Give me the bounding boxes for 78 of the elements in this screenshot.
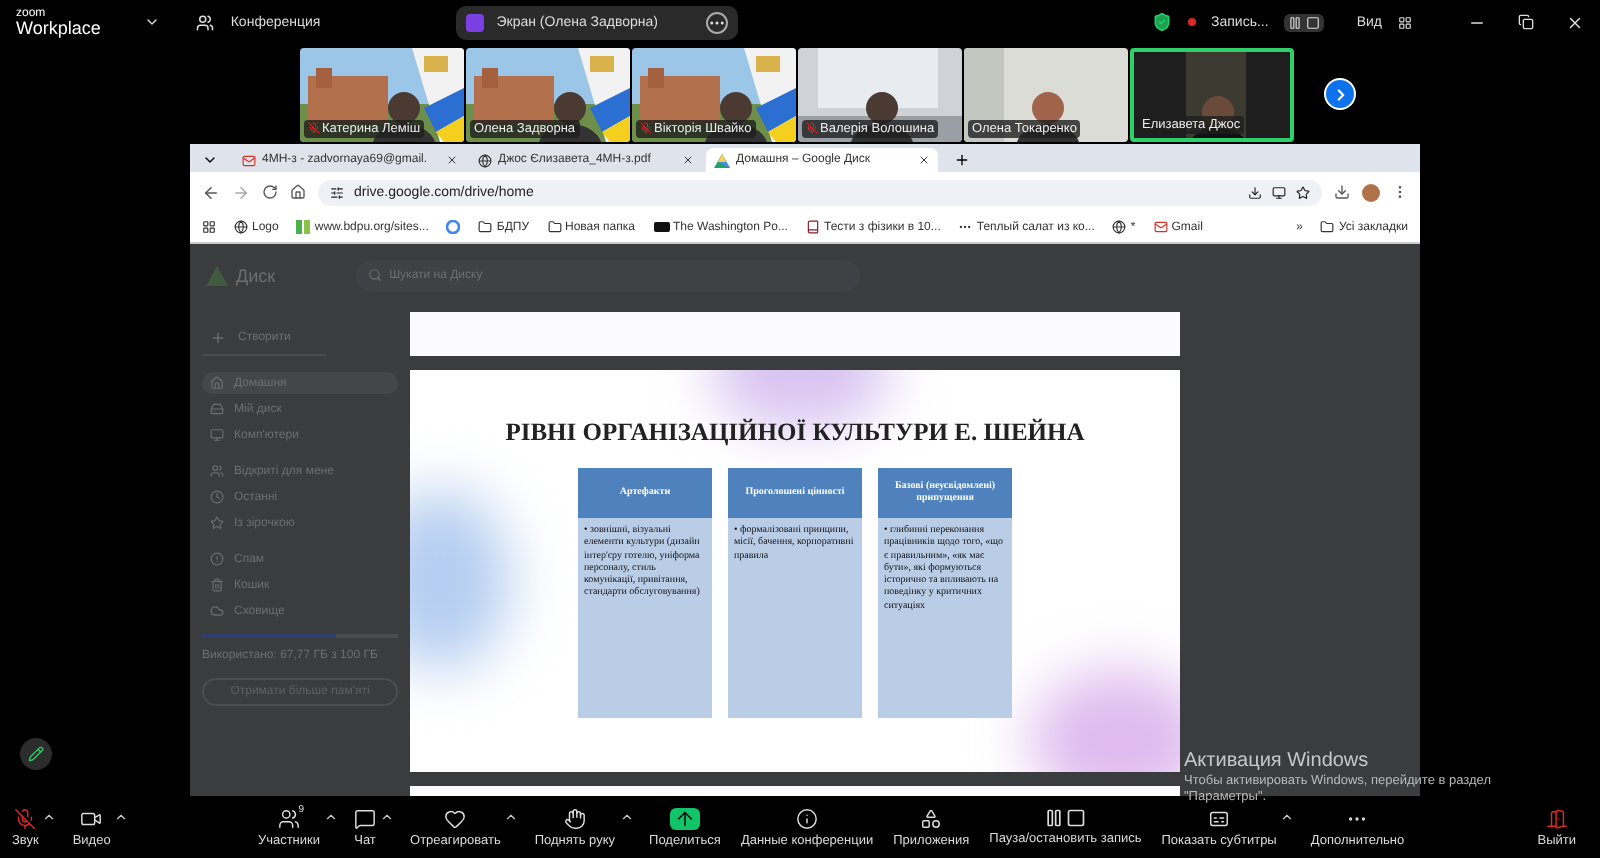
share-arrow-icon: [673, 807, 696, 829]
computer-icon: [210, 428, 224, 442]
warning-icon: [210, 552, 224, 566]
download-icon[interactable]: [1334, 184, 1350, 200]
stop-icon: [1306, 15, 1321, 29]
heart-icon: [444, 807, 467, 829]
cloud-icon: [210, 604, 224, 618]
more-icon[interactable]: [706, 11, 729, 33]
annotate-button[interactable]: [20, 738, 52, 770]
folder-icon: [1320, 220, 1335, 234]
book-icon: [805, 220, 820, 234]
restore-icon[interactable]: [1518, 14, 1534, 30]
globe-icon: [234, 220, 248, 234]
close-tab-icon[interactable]: [682, 154, 694, 166]
chat-icon: [354, 807, 377, 829]
reload-icon[interactable]: [262, 184, 278, 200]
recording-dot: [1187, 18, 1196, 26]
pause-stop-icon: [1044, 808, 1087, 828]
pause-icon: [1288, 15, 1303, 29]
caret-icon[interactable]: [324, 810, 339, 824]
caret-icon[interactable]: [619, 810, 634, 824]
home-icon: [210, 376, 224, 390]
apps-icon[interactable]: [202, 220, 216, 234]
trash-icon: [210, 578, 224, 592]
plus-icon: [210, 330, 226, 346]
participants-icon: [277, 807, 300, 829]
home-icon[interactable]: [290, 184, 306, 200]
caret-icon[interactable]: [504, 810, 519, 824]
caret-icon[interactable]: [380, 810, 395, 824]
new-tab-icon[interactable]: [954, 152, 970, 168]
video-camera-icon: [80, 807, 103, 829]
globe-icon: [1112, 220, 1127, 234]
globe-icon: [478, 153, 492, 167]
apps-icon: [920, 807, 943, 829]
chevron-down-icon[interactable]: [144, 14, 161, 30]
site-settings-icon[interactable]: [330, 185, 344, 199]
pencil-icon: [28, 746, 44, 762]
activation-title: Активация Windows: [1184, 750, 1371, 772]
security-shield-icon: [1151, 12, 1172, 32]
muted-microphone-icon: [14, 807, 37, 829]
clock-icon: [210, 490, 224, 504]
door-icon: [1545, 807, 1568, 829]
google-icon: [446, 220, 461, 234]
mail-icon: [242, 153, 256, 167]
info-icon: [796, 807, 819, 829]
back-icon[interactable]: [202, 183, 220, 201]
caret-icon[interactable]: [114, 810, 129, 824]
drive-logo-icon: [714, 153, 730, 167]
star-icon[interactable]: [1296, 185, 1310, 199]
profile-avatar[interactable]: [1362, 183, 1380, 201]
caret-icon[interactable]: [1280, 810, 1295, 824]
bookmark-icon[interactable]: [446, 220, 461, 234]
download-icon[interactable]: [1248, 185, 1262, 199]
close-icon[interactable]: [1566, 13, 1584, 31]
meeting-icon: [196, 13, 215, 31]
folder-icon: [478, 220, 493, 234]
people-icon: [210, 464, 224, 478]
recording-controls[interactable]: [1284, 13, 1325, 31]
drive-icon: [210, 402, 224, 416]
screen-share-icon: [466, 13, 485, 31]
next-page-button[interactable]: [1324, 78, 1356, 110]
drive-logo-icon: [206, 265, 228, 285]
mail-icon: [1153, 220, 1168, 234]
dots-icon: [958, 220, 973, 234]
bars-icon: [296, 220, 311, 234]
close-tab-icon[interactable]: [446, 154, 458, 166]
star-icon: [210, 516, 224, 530]
wp-logo-icon: [653, 220, 669, 234]
monitor-icon[interactable]: [1272, 185, 1286, 199]
caret-icon[interactable]: [42, 810, 57, 824]
tab-list-icon[interactable]: [202, 152, 218, 168]
slide-title: РІВНІ ОРГАНІЗАЦІЙНОЇ КУЛЬТУРИ Е. ШЕЙНА: [505, 418, 1085, 448]
close-tab-icon[interactable]: [918, 154, 930, 166]
grid-icon: [1398, 15, 1412, 29]
captions-icon: [1208, 807, 1231, 829]
folder-icon: [547, 220, 562, 234]
search-icon: [367, 268, 382, 282]
hand-icon: [563, 807, 586, 829]
